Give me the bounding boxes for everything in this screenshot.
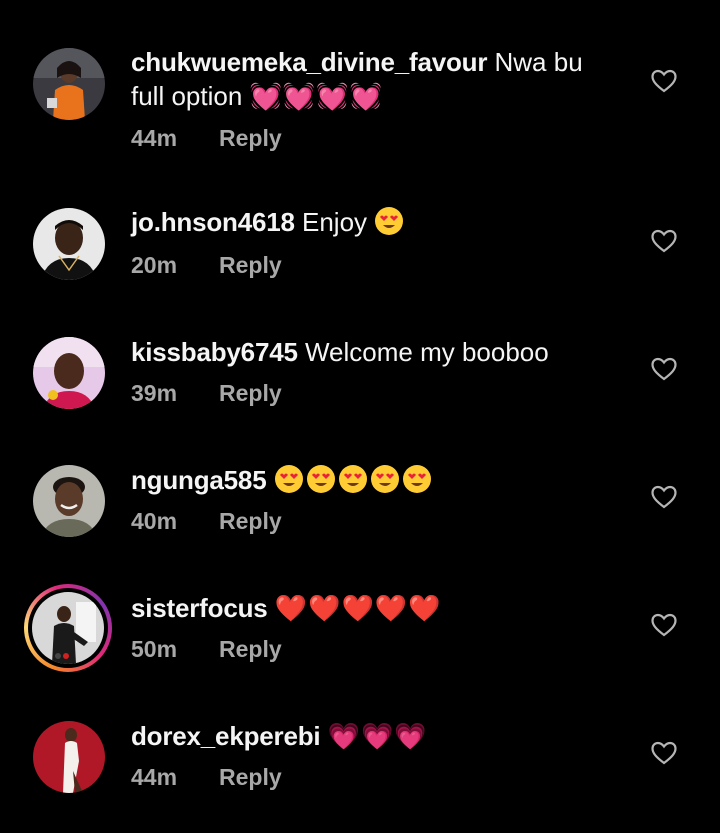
heart-emoji-icon: 💓💓💓💓 — [249, 82, 384, 112]
avatar-with-story-ring[interactable] — [24, 584, 112, 672]
comment-time: 39m — [131, 380, 178, 406]
comment-username[interactable]: ngunga585 — [131, 465, 267, 495]
avatar[interactable] — [33, 721, 105, 793]
comment-username[interactable]: kissbaby6745 — [131, 337, 298, 367]
profile-photo-icon — [33, 337, 105, 409]
comment-item: jo.hnson4618 Enjoy 20m Reply — [0, 160, 720, 290]
heart-eyes-emoji-icon — [374, 207, 406, 237]
heart-eyes-emoji-icon — [274, 465, 434, 495]
comment-time: 40m — [131, 508, 178, 534]
comment-username[interactable]: dorex_ekperebi — [131, 721, 321, 751]
profile-photo-icon — [33, 465, 105, 537]
avatar[interactable] — [33, 48, 105, 120]
comment-text: kissbaby6745 Welcome my booboo — [131, 335, 611, 369]
comment-time: 44m — [131, 125, 178, 151]
reply-button[interactable]: Reply — [219, 508, 282, 534]
heart-outline-icon[interactable] — [651, 229, 677, 253]
red-heart-emoji-icon: ❤️❤️❤️❤️❤️ — [274, 594, 442, 624]
comment-item: sisterfocus ❤️❤️❤️❤️❤️ 50m Reply — [0, 546, 720, 674]
pink-heart-emoji-icon: 💗💗💗 — [327, 722, 428, 752]
comment-username[interactable]: jo.hnson4618 — [131, 207, 295, 237]
comment-meta: 44m Reply — [131, 764, 282, 791]
comment-body: Welcome my booboo — [304, 337, 549, 367]
comment-meta: 40m Reply — [131, 508, 282, 535]
comment-item: kissbaby6745 Welcome my booboo 39m Reply — [0, 290, 720, 418]
comment-text: ngunga585 — [131, 463, 611, 497]
avatar[interactable] — [33, 465, 105, 537]
story-ring — [28, 588, 108, 668]
profile-photo-icon — [33, 208, 105, 280]
avatar[interactable] — [33, 208, 105, 280]
comment-time: 44m — [131, 764, 178, 790]
heart-outline-icon[interactable] — [651, 485, 677, 509]
comment-text: jo.hnson4618 Enjoy — [131, 205, 611, 239]
heart-outline-icon[interactable] — [651, 357, 677, 381]
comment-time: 50m — [131, 636, 178, 662]
comment-body: Enjoy — [302, 207, 368, 237]
avatar[interactable] — [33, 337, 105, 409]
comment-text: sisterfocus ❤️❤️❤️❤️❤️ — [131, 591, 611, 626]
comment-username[interactable]: sisterfocus — [131, 593, 268, 623]
comment-text: chukwuemeka_divine_favour Nwa bu full op… — [131, 45, 611, 114]
comment-meta: 50m Reply — [131, 636, 282, 663]
comment-item: chukwuemeka_divine_favour Nwa bu full op… — [0, 0, 720, 160]
reply-button[interactable]: Reply — [219, 252, 282, 278]
comment-item: dorex_ekperebi 💗💗💗 44m Reply — [0, 674, 720, 833]
profile-photo-icon — [33, 721, 105, 793]
reply-button[interactable]: Reply — [219, 380, 282, 406]
comment-time: 20m — [131, 252, 178, 278]
reply-button[interactable]: Reply — [219, 636, 282, 662]
comment-username[interactable]: chukwuemeka_divine_favour — [131, 47, 487, 77]
heart-outline-icon[interactable] — [651, 613, 677, 637]
profile-photo-icon — [32, 592, 104, 664]
reply-button[interactable]: Reply — [219, 764, 282, 790]
heart-outline-icon[interactable] — [651, 69, 677, 93]
comment-meta: 39m Reply — [131, 380, 282, 407]
reply-button[interactable]: Reply — [219, 125, 282, 151]
comment-meta: 20m Reply — [131, 252, 282, 279]
comment-meta: 44m Reply — [131, 125, 282, 152]
comment-text: dorex_ekperebi 💗💗💗 — [131, 719, 611, 754]
heart-outline-icon[interactable] — [651, 741, 677, 765]
comment-item: ngunga585 40m Reply — [0, 418, 720, 546]
avatar — [32, 592, 104, 664]
profile-photo-icon — [33, 48, 105, 120]
